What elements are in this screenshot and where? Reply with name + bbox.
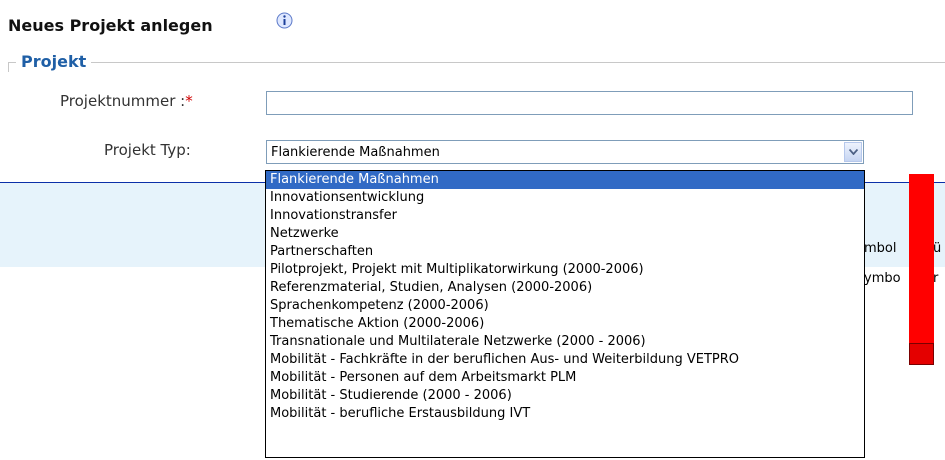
fieldset-border-left [8, 62, 9, 72]
fieldset-border [8, 62, 945, 63]
dropdown-option[interactable]: Netzwerke [266, 225, 864, 243]
dropdown-option[interactable]: Referenzmaterial, Studien, Analysen (200… [266, 279, 864, 297]
dropdown-option[interactable]: Mobilität - berufliche Erstausbildung IV… [266, 405, 864, 423]
alert-box [909, 343, 934, 365]
dropdown-option[interactable]: Innovationsentwicklung [266, 189, 864, 207]
background-text-line2: ymbo r [864, 271, 938, 286]
alert-bar [909, 174, 934, 357]
dropdown-option[interactable]: Mobilität - Studierende (2000 - 2006) [266, 387, 864, 405]
info-icon[interactable] [276, 12, 293, 29]
dropdown-option[interactable]: Innovationstransfer [266, 207, 864, 225]
required-marker: * [185, 92, 193, 110]
background-text-line2-head: ymbo [864, 271, 901, 286]
dropdown-option[interactable]: Thematische Aktion (2000-2006) [266, 315, 864, 333]
dropdown-option[interactable]: Mobilität - Personen auf dem Arbeitsmark… [266, 369, 864, 387]
dropdown-option[interactable]: Transnationale und Multilaterale Netzwer… [266, 333, 864, 351]
projektnummer-label: Projektnummer :* [60, 92, 193, 110]
projekt-typ-select-value: Flankierende Maßnahmen [271, 145, 440, 160]
chevron-down-icon [849, 149, 858, 155]
projektnummer-input[interactable] [266, 91, 913, 115]
background-text-line1-tail: ü [933, 241, 942, 256]
projekt-typ-label: Projekt Typ: [104, 141, 191, 159]
dropdown-option[interactable]: Flankierende Maßnahmen [266, 171, 864, 189]
background-text-line1: mbol ü [864, 241, 941, 256]
dropdown-option[interactable]: Sprachenkompetenz (2000-2006) [266, 297, 864, 315]
projekt-typ-dropdown-list[interactable]: Flankierende Maßnahmen Innovationsentwick… [265, 170, 865, 458]
page-title: Neues Projekt anlegen [8, 16, 213, 35]
dropdown-option[interactable]: Partnerschaften [266, 243, 864, 261]
section-legend: Projekt [16, 52, 92, 71]
dropdown-option[interactable]: Pilotprojekt, Projekt mit Multiplikatorw… [266, 261, 864, 279]
dropdown-option[interactable]: Mobilität - Fachkräfte in der berufliche… [266, 351, 864, 369]
projekt-typ-select[interactable]: Flankierende Maßnahmen [266, 140, 864, 164]
dropdown-arrow-button[interactable] [844, 142, 862, 162]
projektnummer-label-text: Projektnummer : [60, 92, 186, 110]
background-text-line1-head: mbol [864, 241, 897, 256]
